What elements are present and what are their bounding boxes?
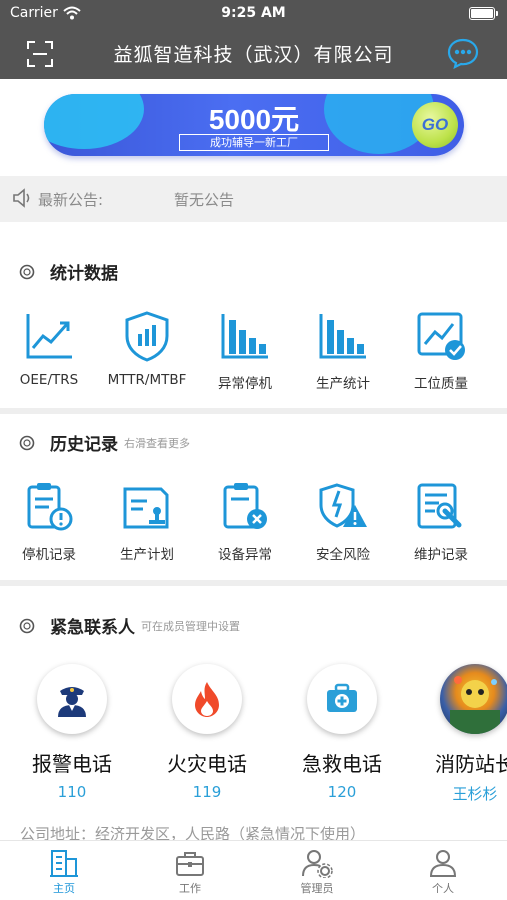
history-item-production-plan[interactable]: 生产计划 [98, 481, 196, 563]
wrench-document-icon [417, 483, 462, 529]
scan-icon[interactable] [26, 40, 54, 68]
history-item-label: 维护记录 [414, 547, 468, 563]
history-hint: 右滑查看更多 [124, 436, 190, 450]
stamp-document-icon [123, 487, 169, 529]
stats-item-label: 生产统计 [316, 376, 370, 392]
history-item-label: 安全风险 [316, 547, 370, 563]
tab-profile[interactable]: 个人 [408, 848, 478, 896]
promo-banner[interactable]: 5000元 成功辅导一新工厂 GO [44, 94, 464, 156]
first-aid-kit-icon [307, 664, 377, 734]
contact-phone[interactable]: 王杉杉 [420, 783, 507, 804]
stats-item-label: OEE/TRS [19, 372, 79, 388]
announcement-bar[interactable]: 最新公告: 暂无公告 [0, 176, 507, 222]
police-icon [37, 664, 107, 734]
contact-name: 火灾电话 [167, 752, 247, 776]
history-item-equipment-abnormal[interactable]: 设备异常 [196, 481, 294, 563]
history-grid: 停机记录 生产计划 设备异常 安全风险 维护记录 [0, 481, 507, 563]
stats-item-quality[interactable]: 工位质量 [392, 310, 490, 392]
history-item-label: 设备异常 [218, 547, 272, 563]
admin-gear-icon [302, 850, 333, 878]
quality-check-icon [417, 312, 465, 360]
company-title: 益狐智造科技（武汉）有限公司 [113, 44, 394, 66]
section-ring-icon [19, 618, 35, 633]
tab-home[interactable]: 主页 [29, 848, 99, 896]
contact-fire[interactable]: 火灾电话 119 [152, 664, 262, 801]
stats-item-oee[interactable]: OEE/TRS [0, 310, 98, 392]
tab-label: 工作 [179, 882, 201, 895]
stats-item-production[interactable]: 生产统计 [294, 310, 392, 392]
warning-shield-icon [319, 483, 367, 528]
emergency-section-title: 紧急联系人 可在成员管理中设置 [18, 613, 240, 638]
history-section-title: 历史记录 右滑查看更多 [18, 430, 190, 455]
contact-police[interactable]: 报警电话 110 [17, 664, 127, 801]
section-ring-icon [19, 435, 35, 450]
history-item-label: 生产计划 [120, 547, 174, 563]
tab-bar: 主页 工作 管理员 个人 [0, 840, 507, 900]
history-item-maintenance[interactable]: 维护记录 [392, 481, 490, 563]
contact-first-aid[interactable]: 急救电话 120 [287, 664, 397, 801]
tab-label: 主页 [53, 882, 75, 895]
fire-icon [172, 664, 242, 734]
clipboard-error-icon [223, 483, 267, 529]
history-item-safety-risk[interactable]: 安全风险 [294, 481, 392, 563]
person-icon [429, 850, 457, 877]
bar-chart-icon [221, 314, 268, 359]
nav-bar: 益狐智造科技（武汉）有限公司 [0, 28, 507, 79]
stats-item-mttr[interactable]: MTTR/MTBF [98, 310, 196, 392]
history-item-stop-record[interactable]: 停机记录 [0, 481, 98, 563]
bar-chart-icon [319, 314, 366, 359]
announcement-value: 暂无公告 [174, 191, 235, 209]
emergency-contacts: 报警电话 110 火灾电话 119 急救电话 120 消防站长 王杉杉 [0, 664, 507, 804]
contact-fire-chief[interactable]: 消防站长 王杉杉 [420, 664, 507, 804]
banner-amount: 5000元 [208, 104, 300, 135]
stats-item-label: 异常停机 [218, 376, 272, 392]
history-item-label: 停机记录 [22, 547, 76, 563]
chat-icon[interactable] [446, 37, 480, 69]
trend-chart-icon [26, 314, 72, 359]
avatar [440, 664, 507, 734]
divider [0, 580, 507, 586]
briefcase-icon [176, 852, 204, 876]
section-ring-icon [19, 264, 35, 279]
stats-item-label: MTTR/MTBF [107, 372, 187, 388]
status-bar: Carrier 9:25 AM [0, 0, 507, 28]
divider [0, 408, 507, 414]
banner-slogan: 成功辅导一新工厂 [179, 134, 329, 151]
tab-work[interactable]: 工作 [155, 848, 225, 896]
banner-go-button[interactable]: GO [412, 102, 458, 148]
stats-item-abnormal-stop[interactable]: 异常停机 [196, 310, 294, 392]
contact-phone[interactable]: 120 [287, 783, 397, 801]
clock: 9:25 AM [221, 5, 286, 21]
stats-grid: OEE/TRS MTTR/MTBF 异常停机 生产统计 工位质量 [0, 310, 507, 392]
clipboard-alert-icon [27, 483, 73, 531]
tab-label: 个人 [432, 882, 454, 895]
emergency-hint: 可在成员管理中设置 [141, 619, 240, 633]
contact-phone[interactable]: 119 [152, 783, 262, 801]
stats-item-label: 工位质量 [414, 376, 468, 392]
contact-name: 急救电话 [302, 752, 382, 776]
battery-icon [469, 7, 495, 20]
shield-chart-icon [125, 311, 169, 362]
home-building-icon [50, 850, 78, 877]
contact-phone[interactable]: 110 [17, 783, 127, 801]
contact-name: 消防站长 [435, 752, 507, 776]
contact-name: 报警电话 [32, 752, 112, 776]
announcement-label: 最新公告: [38, 191, 104, 209]
stats-section-title: 统计数据 [18, 259, 118, 284]
tab-admin[interactable]: 管理员 [282, 848, 352, 896]
tab-label: 管理员 [300, 882, 334, 895]
speaker-icon [13, 188, 30, 208]
